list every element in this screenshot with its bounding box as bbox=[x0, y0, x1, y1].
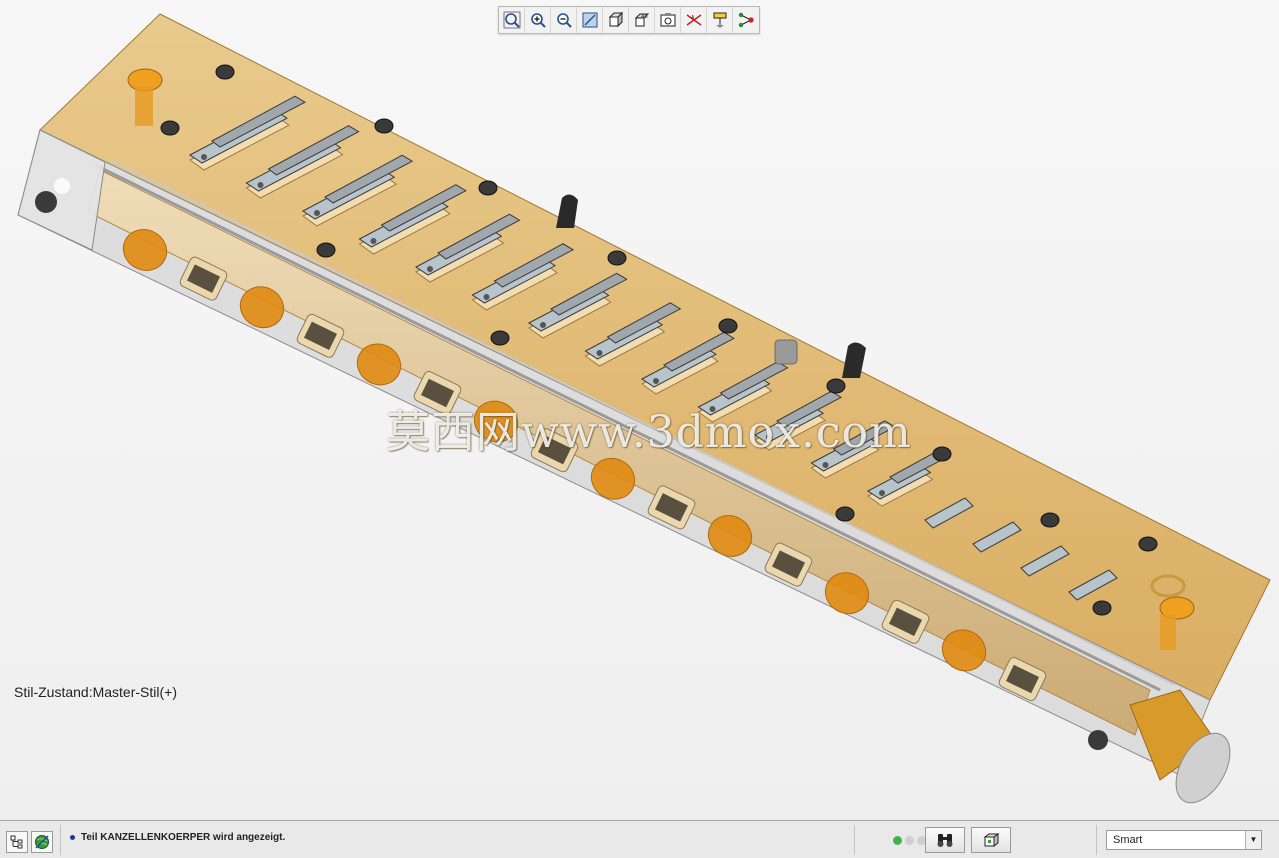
zoom-out-button[interactable] bbox=[551, 7, 577, 33]
datum-display-button[interactable]: A bbox=[681, 7, 707, 33]
box-select-icon bbox=[983, 833, 1000, 847]
view-toolbar: AB A bbox=[498, 6, 760, 34]
saved-views-button[interactable]: AB bbox=[629, 7, 655, 33]
globe-icon bbox=[35, 835, 49, 849]
model-tree-icon bbox=[10, 835, 23, 849]
annotation-display-button[interactable] bbox=[707, 7, 733, 33]
zoom-in-icon bbox=[530, 13, 546, 28]
status-message-text: Teil KANZELLENKOERPER wird angezeigt. bbox=[81, 832, 286, 843]
datum-display-icon: A bbox=[686, 14, 701, 26]
message-bullet-icon bbox=[70, 834, 75, 840]
status-dot-green bbox=[893, 836, 902, 845]
zoom-fit-icon bbox=[503, 11, 520, 29]
model-tree-toggle[interactable] bbox=[6, 831, 28, 853]
view-manager-button[interactable] bbox=[655, 7, 681, 33]
repaint-button[interactable] bbox=[577, 7, 603, 33]
status-bar: Teil KANZELLENKOERPER wird angezeigt. Sm… bbox=[0, 820, 1279, 858]
selection-filter-dropdown[interactable]: Smart ▼ bbox=[1106, 830, 1262, 850]
graphics-window[interactable]: AB A 莫西网www.3dmox.com Stil-Zustand:Maste… bbox=[0, 0, 1279, 820]
svg-text:AB: AB bbox=[641, 14, 648, 20]
zoom-in-button[interactable] bbox=[525, 7, 551, 33]
zoom-out-icon bbox=[556, 13, 572, 28]
spin-center-button[interactable] bbox=[733, 7, 759, 33]
status-dot bbox=[905, 836, 914, 845]
selection-filter-value: Smart bbox=[1113, 834, 1143, 846]
select-box-button[interactable] bbox=[971, 827, 1011, 853]
saved-views-icon: AB bbox=[634, 13, 649, 27]
zoom-fit-button[interactable] bbox=[499, 7, 525, 33]
find-button[interactable] bbox=[925, 827, 965, 853]
style-state-label: Stil-Zustand:Master-Stil(+) bbox=[14, 684, 177, 700]
spin-center-icon bbox=[738, 12, 754, 28]
display-style-button[interactable] bbox=[603, 7, 629, 33]
display-style-icon bbox=[608, 11, 623, 28]
regeneration-status-indicator bbox=[893, 836, 926, 845]
watermark-text: 莫西网www.3dmox.com bbox=[386, 407, 912, 458]
chevron-down-icon[interactable]: ▼ bbox=[1245, 831, 1261, 849]
browser-toggle[interactable] bbox=[31, 831, 53, 853]
annotation-display-icon bbox=[713, 12, 726, 28]
binoculars-icon bbox=[937, 834, 953, 847]
status-message: Teil KANZELLENKOERPER wird angezeigt. bbox=[70, 832, 285, 843]
repaint-icon bbox=[582, 12, 597, 28]
view-manager-icon bbox=[660, 13, 675, 27]
